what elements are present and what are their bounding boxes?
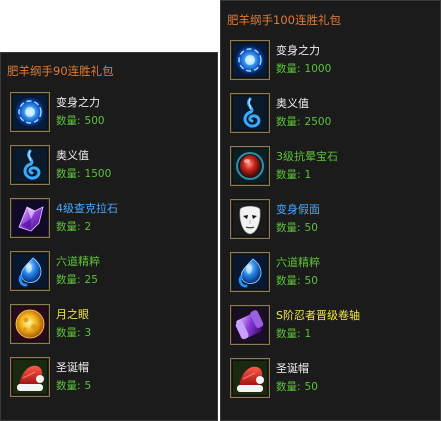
quantity-value: 1000 [304, 63, 332, 75]
quantity-label: 数量 [56, 380, 77, 392]
item-name: 3级抗晕宝石 [276, 150, 338, 163]
quantity-value: 25 [84, 274, 98, 286]
item-quantity: 数量: 1000 [276, 63, 331, 76]
quantity-value: 2 [84, 221, 92, 233]
item-name: 奥义值 [276, 97, 309, 110]
gift-item[interactable]: 奥义值数量: 1500 [10, 145, 210, 197]
quantity-value: 500 [84, 115, 105, 127]
item-name: 六道精粹 [56, 255, 100, 268]
quantity-separator: : [297, 222, 301, 234]
item-name: 变身之力 [276, 44, 320, 57]
panel-title: 肥羊纲手100连胜礼包 [227, 13, 341, 27]
blue-droplet-icon[interactable] [10, 251, 50, 291]
item-name: 奥义值 [56, 149, 89, 162]
item-quantity: 数量: 1 [276, 169, 311, 182]
quantity-label: 数量 [276, 116, 297, 128]
gift-item[interactable]: 4级查克拉石 数量: 2 [10, 198, 210, 250]
quantity-separator: : [77, 274, 81, 286]
item-name: 圣诞帽 [56, 361, 89, 374]
gift-pack-panel-90: 肥羊纲手90连胜礼包 变身之力 数量: 500 奥义值 数量: 1500 4级查克拉石 数量:… [0, 52, 218, 421]
blue-orb-icon[interactable] [230, 40, 270, 80]
quantity-value: 1500 [84, 168, 112, 180]
item-name: 4级查克拉石 [56, 202, 118, 215]
moon-eye-icon[interactable] [10, 304, 50, 344]
blue-swirl-icon[interactable] [10, 145, 50, 185]
blue-droplet-icon[interactable] [230, 252, 270, 292]
quantity-separator: : [77, 115, 81, 127]
gift-item[interactable]: 变身假面数量: 50 [230, 199, 430, 251]
gift-item[interactable]: 变身之力数量: 500 [10, 92, 210, 144]
item-name: 变身之力 [56, 96, 100, 109]
gift-item[interactable]: 圣诞帽数量: 50 [230, 358, 430, 410]
gift-pack-panel-100: 肥羊纲手100连胜礼包 变身之力 数量: 1000 奥义值 数量: 2500 3级抗晕宝石数… [220, 0, 441, 421]
item-quantity: 数量: 50 [276, 222, 318, 235]
item-name: 六道精粹 [276, 256, 320, 269]
panel-title: 肥羊纲手90连胜礼包 [7, 64, 114, 78]
purple-scroll-icon[interactable] [230, 305, 270, 345]
gift-item[interactable]: 六道精粹数量: 25 [10, 251, 210, 303]
quantity-separator: : [77, 168, 81, 180]
quantity-value: 50 [304, 381, 318, 393]
quantity-separator: : [297, 328, 301, 340]
quantity-separator: : [297, 169, 301, 181]
gift-item[interactable]: S阶忍者晋级卷轴 数量: 1 [230, 305, 430, 357]
quantity-label: 数量 [56, 274, 77, 286]
quantity-label: 数量 [56, 168, 77, 180]
quantity-label: 数量 [276, 381, 297, 393]
gift-item[interactable]: 月之眼数量: 3 [10, 304, 210, 356]
santa-hat-icon[interactable] [230, 358, 270, 398]
white-mask-icon[interactable] [230, 199, 270, 239]
item-quantity: 数量: 50 [276, 381, 318, 394]
item-quantity: 数量: 50 [276, 275, 318, 288]
quantity-label: 数量 [56, 221, 77, 233]
quantity-separator: : [77, 327, 81, 339]
gift-item[interactable]: 变身之力数量: 1000 [230, 40, 430, 92]
item-quantity: 数量: 1 [276, 328, 311, 341]
quantity-separator: : [297, 63, 301, 75]
gift-item[interactable]: 3级抗晕宝石 数量: 1 [230, 146, 430, 198]
quantity-value: 1 [304, 169, 312, 181]
quantity-label: 数量 [56, 327, 77, 339]
quantity-label: 数量 [276, 169, 297, 181]
quantity-label: 数量 [276, 275, 297, 287]
item-quantity: 数量: 5 [56, 380, 91, 393]
item-quantity: 数量: 25 [56, 274, 98, 287]
gift-item[interactable]: 圣诞帽数量: 5 [10, 357, 210, 409]
item-quantity: 数量: 2 [56, 221, 91, 234]
gift-item[interactable]: 六道精粹数量: 50 [230, 252, 430, 304]
purple-crystal-icon[interactable] [10, 198, 50, 238]
quantity-separator: : [297, 275, 301, 287]
quantity-separator: : [297, 381, 301, 393]
item-quantity: 数量: 1500 [56, 168, 111, 181]
item-name: 圣诞帽 [276, 362, 309, 375]
item-quantity: 数量: 3 [56, 327, 91, 340]
quantity-label: 数量 [276, 222, 297, 234]
item-name: 变身假面 [276, 203, 320, 216]
santa-hat-icon[interactable] [10, 357, 50, 397]
item-quantity: 数量: 500 [56, 115, 105, 128]
blue-swirl-icon[interactable] [230, 93, 270, 133]
quantity-separator: : [77, 380, 81, 392]
quantity-value: 50 [304, 222, 318, 234]
item-quantity: 数量: 2500 [276, 116, 331, 129]
quantity-separator: : [77, 221, 81, 233]
quantity-separator: : [297, 116, 301, 128]
quantity-value: 50 [304, 275, 318, 287]
item-name: 月之眼 [56, 308, 89, 321]
quantity-label: 数量 [276, 63, 297, 75]
quantity-value: 2500 [304, 116, 332, 128]
gift-item[interactable]: 奥义值数量: 2500 [230, 93, 430, 145]
item-name: S阶忍者晋级卷轴 [276, 309, 360, 322]
red-gem-icon[interactable] [230, 146, 270, 186]
quantity-value: 5 [84, 380, 92, 392]
quantity-label: 数量 [276, 328, 297, 340]
quantity-label: 数量 [56, 115, 77, 127]
quantity-value: 3 [84, 327, 92, 339]
blue-orb-icon[interactable] [10, 92, 50, 132]
quantity-value: 1 [304, 328, 312, 340]
